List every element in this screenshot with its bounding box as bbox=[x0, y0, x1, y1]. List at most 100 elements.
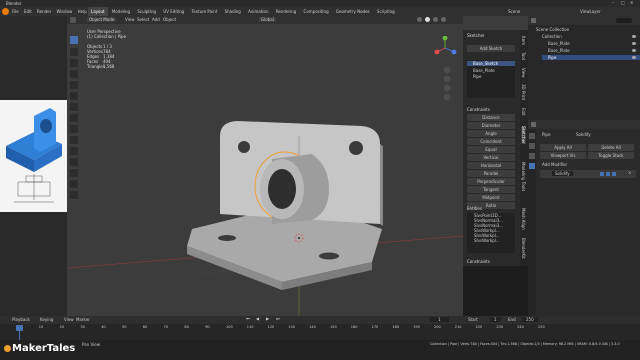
coincident-constraint-button[interactable]: Coincident bbox=[467, 138, 515, 145]
render-toggle-icon[interactable] bbox=[612, 172, 616, 176]
menu-window[interactable]: Window bbox=[57, 9, 73, 14]
viewport-vis-button[interactable]: Viewport Vis bbox=[540, 152, 586, 159]
horizontal-constraint-button[interactable]: Horizontal bbox=[467, 162, 515, 169]
3d-viewport[interactable]: Object Mode View Select Add Object Globa… bbox=[67, 16, 463, 316]
close-icon[interactable]: ✕ bbox=[630, 0, 633, 5]
menu-file[interactable]: File bbox=[12, 9, 19, 14]
tab-3d-print[interactable]: 3D Print bbox=[521, 84, 526, 100]
equal-constraint-button[interactable]: Equal bbox=[467, 146, 515, 153]
transform-orientation-dropdown[interactable]: Global bbox=[259, 17, 276, 22]
menu-playback[interactable]: Playback bbox=[12, 317, 30, 322]
close-icon[interactable]: × bbox=[628, 170, 631, 175]
viewport-toggle-icon[interactable] bbox=[606, 172, 610, 176]
tab-animation[interactable]: Animation bbox=[245, 7, 271, 16]
tab-layout[interactable]: Layout bbox=[88, 7, 108, 16]
tab-rendering[interactable]: Rendering bbox=[273, 7, 299, 16]
play-icon[interactable]: ▶ bbox=[266, 316, 269, 321]
outliner-editor-icon[interactable] bbox=[531, 18, 536, 23]
tab-item[interactable]: Item bbox=[521, 36, 526, 45]
visibility-eye-icon[interactable] bbox=[632, 35, 636, 38]
mode-dropdown[interactable]: Object Mode bbox=[87, 17, 117, 22]
scene-collection-label[interactable]: Scene Collection bbox=[536, 27, 569, 32]
play-reverse-icon[interactable]: ◀ bbox=[256, 316, 259, 321]
solid-shading-icon[interactable] bbox=[425, 17, 430, 22]
menu-edit[interactable]: Edit bbox=[24, 9, 32, 14]
menu-render[interactable]: Render bbox=[37, 9, 51, 14]
wireframe-shading-icon[interactable] bbox=[417, 17, 422, 22]
tab-scripting[interactable]: Scripting bbox=[374, 7, 398, 16]
render-properties-icon[interactable] bbox=[529, 143, 535, 149]
scene-canvas[interactable] bbox=[67, 24, 463, 316]
modifier-properties-icon[interactable] bbox=[529, 163, 535, 169]
view-layer-selector[interactable]: ViewLayer bbox=[580, 9, 601, 14]
outliner-item-collection[interactable]: Collection bbox=[542, 34, 562, 39]
frame-ruler[interactable]: 0102030405060708090100110120130140150160… bbox=[0, 325, 545, 331]
modifier-name-field[interactable]: Solidify bbox=[552, 171, 573, 176]
scene-selector[interactable]: Scene bbox=[508, 9, 520, 14]
tab-modeling-tools[interactable]: Modeling Tools bbox=[521, 162, 526, 191]
visibility-eye-icon[interactable] bbox=[632, 42, 636, 45]
tab-sculpting[interactable]: Sculpting bbox=[134, 7, 159, 16]
menu-add[interactable]: Add bbox=[152, 17, 160, 22]
menu-help[interactable]: Help bbox=[78, 9, 87, 14]
outliner-item-pipe[interactable]: Pipe bbox=[542, 55, 640, 60]
parallel-constraint-button[interactable]: Parallel bbox=[467, 170, 515, 177]
menu-object[interactable]: Object bbox=[163, 17, 176, 22]
menu-view[interactable]: View bbox=[125, 17, 135, 22]
tab-geometry-nodes[interactable]: Geometry Nodes bbox=[333, 7, 373, 16]
menu-marker[interactable]: Marker bbox=[76, 317, 90, 322]
object-properties-icon[interactable] bbox=[529, 153, 535, 159]
current-frame-field[interactable]: 1 bbox=[430, 317, 449, 322]
tab-shading[interactable]: Shading bbox=[222, 7, 244, 16]
editor-type-icon[interactable] bbox=[70, 17, 76, 23]
material-shading-icon[interactable] bbox=[433, 17, 438, 22]
properties-editor-icon[interactable] bbox=[531, 122, 536, 127]
menu-view[interactable]: View bbox=[64, 317, 74, 322]
menu-keying[interactable]: Keying bbox=[40, 317, 53, 322]
distance-constraint-button[interactable]: Distance bbox=[467, 114, 515, 121]
midpoint-constraint-button[interactable]: Midpoint bbox=[467, 194, 515, 201]
tab-sketcher[interactable]: Sketcher bbox=[521, 126, 526, 144]
tab-modeling[interactable]: Modeling bbox=[109, 7, 133, 16]
tab-compositing[interactable]: Compositing bbox=[301, 7, 332, 16]
list-item[interactable]: Base_Sketch bbox=[467, 61, 515, 66]
outliner-search-input[interactable] bbox=[616, 18, 632, 23]
start-frame-field[interactable]: 1 bbox=[490, 317, 501, 322]
tab-view[interactable]: View bbox=[521, 68, 526, 78]
end-frame-field[interactable]: 250 bbox=[522, 317, 538, 322]
tab-texture-paint[interactable]: Texture Paint bbox=[189, 7, 221, 16]
angle-constraint-button[interactable]: Angle bbox=[467, 130, 515, 137]
tab-tool[interactable]: Tool bbox=[521, 52, 526, 60]
visibility-eye-icon[interactable] bbox=[632, 56, 636, 59]
sketcher-title: Sketcher bbox=[467, 33, 485, 38]
list-item[interactable]: SlvsWorkpl... bbox=[467, 238, 515, 243]
delete-all-button[interactable]: Delete All bbox=[588, 144, 634, 151]
maximize-icon[interactable]: □ bbox=[621, 0, 625, 5]
add-sketch-button[interactable]: Add Sketch bbox=[467, 45, 515, 52]
jump-start-icon[interactable]: ⏮ bbox=[246, 316, 250, 321]
add-modifier-button[interactable]: Add Modifier bbox=[542, 162, 567, 167]
edit-mode-toggle-icon[interactable] bbox=[600, 172, 604, 176]
render-shading-icon[interactable] bbox=[441, 17, 446, 22]
perpendicular-constraint-button[interactable]: Perpendicular bbox=[467, 178, 515, 185]
outliner-item-base-plate-2[interactable]: Base_Plate bbox=[548, 48, 570, 53]
vertical-constraint-button[interactable]: Vertical bbox=[467, 154, 515, 161]
list-item[interactable]: Pipe bbox=[473, 74, 481, 79]
tab-uv-editing[interactable]: UV Editing bbox=[160, 7, 187, 16]
menu-select[interactable]: Select bbox=[137, 17, 149, 22]
blender-logo-icon[interactable] bbox=[2, 8, 9, 15]
jump-end-icon[interactable]: ⏭ bbox=[276, 316, 280, 321]
outliner-item-base-plate[interactable]: Base_Plate bbox=[548, 41, 570, 46]
diameter-constraint-button[interactable]: Diameter bbox=[467, 122, 515, 129]
tool-properties-icon[interactable] bbox=[529, 133, 535, 139]
list-item[interactable]: Base_Plate bbox=[473, 68, 495, 73]
visibility-eye-icon[interactable] bbox=[632, 49, 636, 52]
toggle-stack-button[interactable]: Toggle Stack bbox=[588, 152, 634, 159]
tab-edit[interactable]: Edit bbox=[521, 108, 526, 116]
minimize-icon[interactable]: – bbox=[612, 0, 614, 5]
tab-mesh-align[interactable]: Mesh Align bbox=[521, 208, 526, 230]
tab-blenderkit[interactable]: BlenderKit bbox=[521, 238, 526, 259]
constraints-footer[interactable]: Constraints bbox=[467, 259, 490, 264]
apply-all-button[interactable]: Apply All bbox=[540, 144, 586, 151]
tangent-constraint-button[interactable]: Tangent bbox=[467, 186, 515, 193]
